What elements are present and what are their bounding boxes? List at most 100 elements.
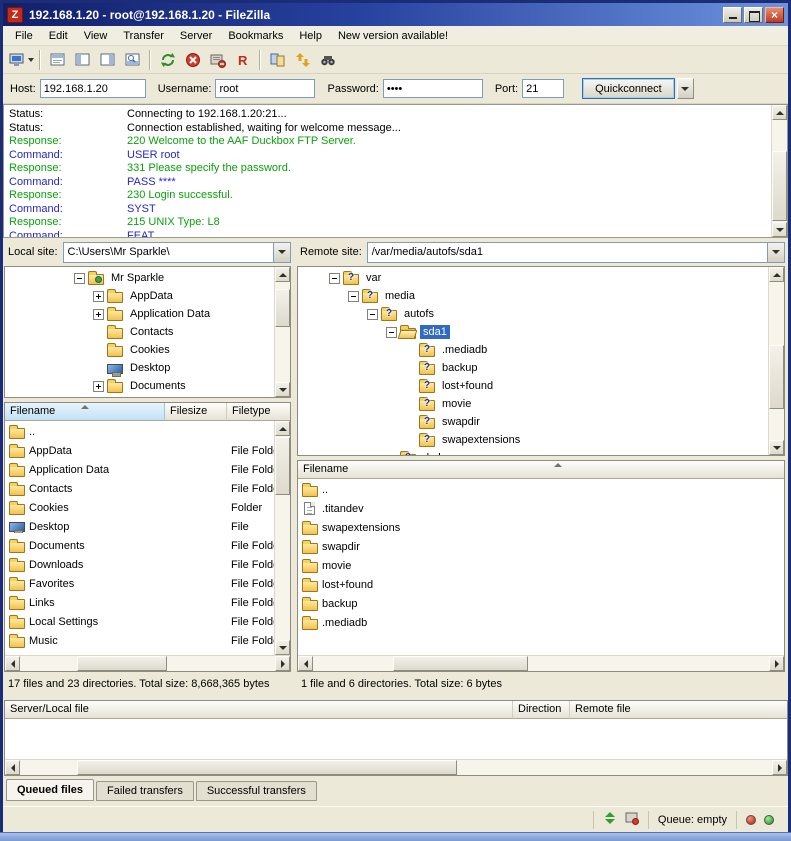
cancel-button[interactable] [180,48,205,71]
movie[interactable]: movie [298,556,784,575]
menu-item[interactable]: File [7,27,41,45]
tree-item[interactable]: Cookies [5,341,274,359]
site-manager-button[interactable] [8,48,35,71]
site-manager-dropdown-icon[interactable] [28,58,34,65]
scrollbar-thumb[interactable] [275,289,290,327]
scroll-right-button[interactable] [772,760,787,775]
menu-item[interactable]: Edit [41,27,76,45]
tree-expander-icon[interactable] [93,309,104,320]
tree-item[interactable]: sda1 [298,323,768,341]
title-bar[interactable]: 192.168.1.20 - root@192.168.1.20 - FileZ… [3,3,788,26]
scroll-left-button[interactable] [5,656,20,671]
AppData[interactable]: AppData File Folder [5,441,274,460]
tree-item[interactable]: swapdir [298,413,768,431]
scroll-down-button[interactable] [275,382,290,397]
tree-expander-icon[interactable] [329,273,340,284]
scroll-down-button[interactable] [772,222,787,237]
column-header-filesize[interactable]: Filesize [165,403,227,421]
speed-limits-icon[interactable] [603,811,617,828]
local-list-vertical-scrollbar[interactable] [274,421,290,655]
menu-item[interactable]: New version available! [330,27,456,45]
Documents[interactable]: Documents File Folder [5,536,274,555]
toggle-queue-button[interactable] [120,48,145,71]
column-header-remote-file[interactable]: Remote file [570,701,787,719]
tree-item[interactable]: Documents [5,377,274,395]
Application Data[interactable]: Application Data File Folder [5,460,274,479]
window-border-bottom[interactable] [0,832,791,841]
scroll-up-button[interactable] [772,105,787,120]
Contacts[interactable]: Contacts File Folder [5,479,274,498]
menu-item[interactable]: Bookmarks [220,27,291,45]
refresh-button[interactable] [155,48,180,71]
..[interactable]: .. [298,480,784,499]
menu-item[interactable]: Help [291,27,330,45]
local-site-combobox[interactable]: C:\Users\Mr Sparkle\ [63,242,291,263]
notifications-icon[interactable] [625,811,639,828]
queue-tab[interactable]: Failed transfers [96,781,194,801]
scrollbar-thumb[interactable] [77,760,457,775]
backup[interactable]: backup [298,594,784,613]
scroll-up-button[interactable] [769,267,784,282]
queue-tab[interactable]: Queued files [6,779,94,801]
column-header-filename[interactable]: Filename [5,403,165,421]
disconnect-button[interactable] [205,48,230,71]
tree-item[interactable]: Desktop [5,359,274,377]
tree-item[interactable]: var [298,269,768,287]
column-header-server-local-file[interactable]: Server/Local file [5,701,513,719]
tree-expander-icon[interactable] [74,273,85,284]
quickconnect-dropdown-button[interactable] [677,78,694,99]
port-input[interactable] [522,79,564,98]
scroll-down-button[interactable] [769,440,784,455]
menu-item[interactable]: View [76,27,116,45]
tree-expander-icon[interactable] [386,327,397,338]
username-input[interactable] [215,79,315,98]
queue-horizontal-scrollbar[interactable] [5,759,787,775]
Music[interactable]: Music File Folder [5,631,274,650]
scrollbar-thumb[interactable] [772,151,787,221]
quickconnect-button[interactable]: Quickconnect [582,78,675,99]
swapextensions[interactable]: swapextensions [298,518,784,537]
scroll-right-button[interactable] [275,656,290,671]
combo-dropdown-button[interactable] [767,243,784,262]
find-files-button[interactable] [315,48,340,71]
menu-item[interactable]: Transfer [115,27,172,45]
tree-item[interactable]: swapextensions [298,431,768,449]
.mediadb[interactable]: .mediadb [298,613,784,632]
Desktop[interactable]: Desktop File [5,517,274,536]
tree-item[interactable]: AppData [5,287,274,305]
scroll-left-button[interactable] [298,656,313,671]
tree-expander-icon[interactable] [367,309,378,320]
.titandev[interactable]: .titandev [298,499,784,518]
tree-item[interactable]: Mr Sparkle [5,269,274,287]
close-button[interactable] [765,7,784,23]
Local Settings[interactable]: Local Settings File Folder [5,612,274,631]
..[interactable]: .. [5,422,274,441]
remote-tree-vertical-scrollbar[interactable] [768,267,784,455]
lost+found[interactable]: lost+found [298,575,784,594]
Downloads[interactable]: Downloads File Folder [5,555,274,574]
tree-item[interactable]: movie [298,395,768,413]
tree-item[interactable]: lost+found [298,377,768,395]
tree-item[interactable]: .mediadb [298,341,768,359]
Links[interactable]: Links File Folder [5,593,274,612]
tree-expander-icon[interactable] [93,381,104,392]
menu-item[interactable]: Server [172,27,220,45]
scrollbar-thumb[interactable] [77,656,167,671]
tree-item[interactable]: media [298,287,768,305]
tree-expander-icon[interactable] [93,291,104,302]
Cookies[interactable]: Cookies Folder [5,498,274,517]
directory-comparison-button[interactable] [265,48,290,71]
scrollbar-thumb[interactable] [393,656,528,671]
toggle-message-log-button[interactable] [45,48,70,71]
swapdir[interactable]: swapdir [298,537,784,556]
scroll-left-button[interactable] [5,760,20,775]
scroll-right-button[interactable] [769,656,784,671]
tree-expander-icon[interactable] [348,291,359,302]
Favorites[interactable]: Favorites File Folder [5,574,274,593]
tree-item[interactable]: backup [298,359,768,377]
column-header-filetype[interactable]: Filetype [227,403,291,421]
scrollbar-thumb[interactable] [769,345,784,409]
scroll-up-button[interactable] [275,267,290,282]
tree-item[interactable]: autofs [298,305,768,323]
synchronized-browsing-button[interactable] [290,48,315,71]
